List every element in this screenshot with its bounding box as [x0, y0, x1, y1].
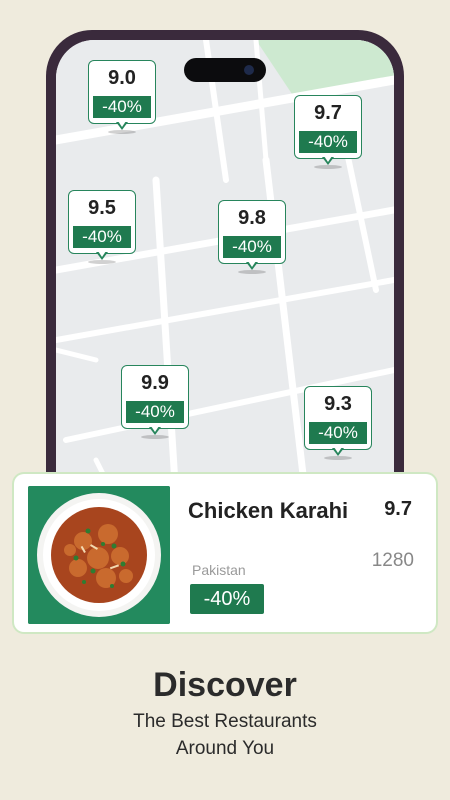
pin-score: 9.0 — [108, 67, 136, 89]
map-pin[interactable]: 9.9 -40% — [121, 365, 189, 439]
pin-discount: -40% — [309, 422, 367, 444]
map-pin[interactable]: 9.0 -40% — [88, 60, 156, 134]
dish-score: 9.7 — [384, 498, 412, 520]
pin-discount: -40% — [126, 401, 184, 423]
map-view[interactable]: 9.0 -40% 9.7 -40% 9.5 -40% 9.8 -40% 9.9 … — [56, 40, 394, 500]
review-count: 1280 — [371, 550, 414, 571]
phone-mockup: 9.0 -40% 9.7 -40% 9.5 -40% 9.8 -40% 9.9 … — [46, 30, 404, 500]
subtitle-line-1: The Best Restaurants — [133, 711, 317, 732]
pin-discount: -40% — [93, 96, 151, 118]
pin-score: 9.3 — [324, 393, 352, 415]
karahi-dish-image — [28, 486, 170, 624]
subtitle-line-2: Around You — [175, 738, 275, 759]
dish-name: Chicken Karahi — [188, 498, 349, 523]
map-pin[interactable]: 9.8 -40% — [218, 200, 286, 274]
pin-discount: -40% — [73, 226, 131, 248]
pin-discount: -40% — [223, 236, 281, 258]
map-pin[interactable]: 9.7 -40% — [294, 95, 362, 169]
map-pin[interactable]: 9.5 -40% — [68, 190, 136, 264]
pin-score: 9.7 — [314, 102, 342, 124]
pin-score: 9.8 — [238, 207, 266, 229]
camera-icon — [244, 65, 254, 75]
discount-badge: -40% — [190, 584, 264, 614]
dish-country: Pakistan — [192, 562, 246, 578]
dish-photo — [28, 486, 170, 624]
map-pin[interactable]: 9.3 -40% — [304, 386, 372, 460]
subtitle: The Best Restaurants Around You — [0, 708, 450, 762]
pin-score: 9.5 — [88, 197, 116, 219]
pin-score: 9.9 — [141, 372, 169, 394]
pin-discount: -40% — [299, 131, 357, 153]
dynamic-island — [184, 58, 266, 82]
restaurant-card[interactable]: Chicken Karahi 9.7 1280 Pakistan -40% — [14, 474, 436, 632]
headline: Discover — [153, 666, 297, 704]
